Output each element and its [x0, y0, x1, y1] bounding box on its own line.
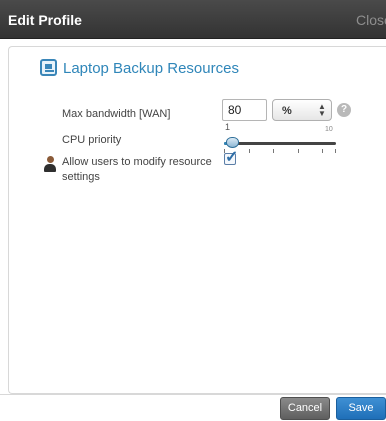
cpu-slider-min-label: 1: [225, 122, 231, 132]
help-icon[interactable]: ?: [337, 103, 351, 117]
user-icon: [43, 156, 57, 172]
backup-resources-icon: [40, 59, 57, 76]
edit-profile-dialog: Edit Profile Close Laptop Backup Resourc…: [0, 0, 386, 421]
cpu-priority-slider[interactable]: [224, 142, 336, 145]
cpu-slider-tick: [322, 149, 323, 153]
bandwidth-input[interactable]: [222, 99, 267, 121]
bandwidth-label: Max bandwidth [WAN]: [62, 108, 171, 120]
cpu-priority-label: CPU priority: [62, 134, 122, 146]
dialog-titlebar: Edit Profile Close: [0, 0, 386, 39]
cancel-button[interactable]: Cancel: [280, 397, 330, 420]
resource-settings-panel: [8, 46, 386, 394]
footer-divider: [0, 394, 386, 395]
section-title: Laptop Backup Resources: [63, 60, 239, 77]
cpu-slider-tick: [335, 149, 336, 153]
checkmark-icon: ✓: [225, 149, 239, 166]
select-updown-icon: ▲ ▼: [318, 102, 326, 118]
close-link[interactable]: Close: [356, 12, 386, 28]
allow-modify-checkbox[interactable]: ✓: [224, 149, 238, 166]
user-icon-body: [44, 164, 56, 172]
cpu-slider-tick: [298, 149, 299, 153]
save-button[interactable]: Save: [336, 397, 386, 420]
dialog-title: Edit Profile: [8, 12, 82, 28]
allow-modify-label: Allow users to modify resource settings: [62, 156, 212, 183]
user-icon-head: [47, 156, 54, 163]
cpu-slider-tick: [249, 149, 250, 153]
cpu-slider-max-label: 10: [325, 126, 333, 133]
bandwidth-unit-value: %: [282, 105, 292, 117]
cpu-slider-tick: [273, 149, 274, 153]
bandwidth-unit-select[interactable]: % ▲ ▼: [272, 99, 332, 121]
